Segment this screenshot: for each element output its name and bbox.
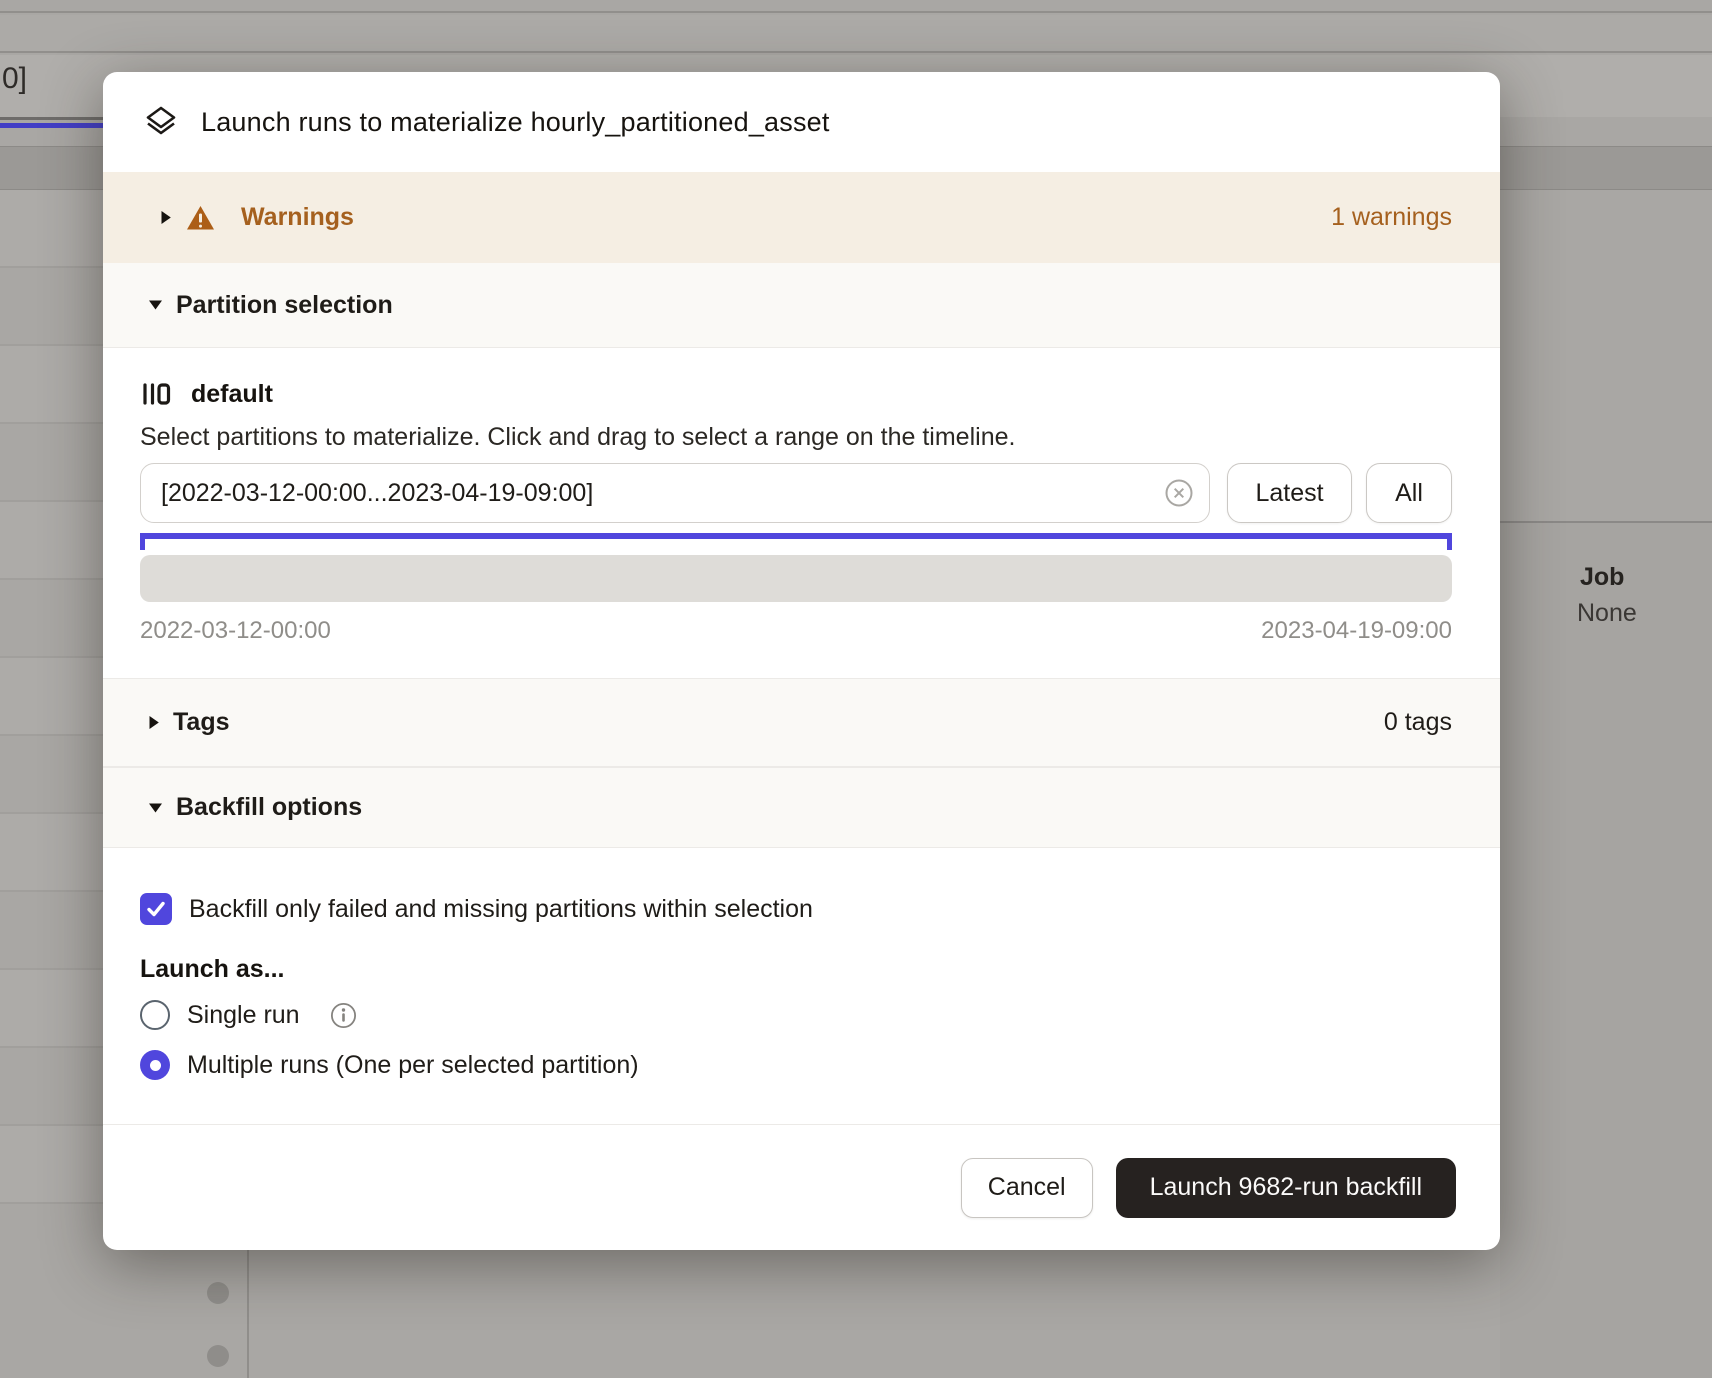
caret-down-icon — [148, 802, 163, 814]
background-row-line — [0, 1124, 103, 1126]
warnings-section-header[interactable]: Warnings 1 warnings — [103, 172, 1500, 263]
single-run-radio-row[interactable]: Single run — [140, 1000, 1452, 1030]
timeline-labels: 2022-03-12-00:00 2023-04-19-09:00 — [140, 617, 1452, 645]
background-job-column-header: Job — [1580, 563, 1624, 592]
background-row-line — [0, 578, 103, 580]
background-row — [0, 0, 1712, 13]
background-row-line — [0, 1202, 103, 1204]
background-truncated-input-text: 0] — [2, 62, 27, 96]
partition-helper-text: Select partitions to materialize. Click … — [140, 423, 1452, 452]
checkbox-label: Backfill only failed and missing partiti… — [189, 895, 813, 924]
background-row-line — [0, 500, 103, 502]
warning-triangle-icon — [186, 205, 215, 231]
backfill-options-label: Backfill options — [176, 793, 362, 822]
radio-unselected-icon[interactable] — [140, 1000, 170, 1030]
partition-set-icon — [140, 378, 172, 410]
background-row-line — [0, 266, 103, 268]
timeline-selection-bar[interactable] — [140, 533, 1452, 539]
backfill-options-section-header[interactable]: Backfill options — [103, 767, 1500, 848]
background-table-row — [0, 970, 103, 1046]
partition-dimension-name: default — [191, 380, 273, 409]
partition-selection-section-header[interactable]: Partition selection — [103, 263, 1500, 348]
launch-backfill-button[interactable]: Launch 9682-run backfill — [1116, 1158, 1456, 1218]
dialog-title-row: Launch runs to materialize hourly_partit… — [103, 72, 1500, 172]
background-row-line — [0, 812, 103, 814]
materialize-layers-icon — [143, 104, 179, 140]
background-table-cell-area — [1500, 523, 1712, 1378]
partition-timeline[interactable] — [140, 555, 1452, 602]
warnings-count-badge: 1 warnings — [1331, 203, 1452, 232]
screen: 0] Job None — [0, 0, 1712, 1378]
partition-selection-label: Partition selection — [176, 291, 393, 320]
partition-selection-body: default Select partitions to materialize… — [103, 348, 1500, 678]
clear-selection-icon[interactable] — [1164, 478, 1194, 508]
tags-label: Tags — [173, 708, 230, 737]
backfill-only-failed-checkbox-row[interactable]: Backfill only failed and missing partiti… — [140, 893, 1452, 925]
background-row-line — [0, 890, 103, 892]
background-table-row — [0, 190, 103, 266]
background-panel-divider — [247, 1250, 249, 1378]
dialog-title: Launch runs to materialize hourly_partit… — [201, 107, 830, 138]
background-focused-input-underline — [0, 123, 112, 128]
tags-count: 0 tags — [1384, 708, 1452, 737]
single-run-label: Single run — [187, 1001, 300, 1030]
radio-selected-icon[interactable] — [140, 1050, 170, 1080]
background-table-row — [0, 502, 103, 578]
caret-right-icon — [160, 210, 172, 225]
info-icon[interactable] — [330, 1002, 357, 1029]
cancel-button[interactable]: Cancel — [961, 1158, 1093, 1218]
multiple-runs-label: Multiple runs (One per selected partitio… — [187, 1051, 639, 1080]
background-table-row — [0, 658, 103, 734]
launch-as-label: Launch as... — [140, 955, 1452, 984]
background-table-row — [0, 1126, 103, 1202]
dialog-footer: Cancel Launch 9682-run backfill — [103, 1124, 1500, 1250]
background-divider — [0, 117, 112, 120]
background-row-line — [0, 422, 103, 424]
background-table-row — [0, 346, 103, 422]
warnings-label: Warnings — [241, 203, 354, 232]
background-row-line — [0, 344, 103, 346]
tags-section-header[interactable]: Tags 0 tags — [103, 678, 1500, 767]
background-row-line — [0, 656, 103, 658]
partition-range-row: Latest All — [140, 463, 1452, 523]
caret-right-icon — [148, 715, 160, 730]
background-row — [0, 15, 1712, 53]
partition-range-input-wrap — [140, 463, 1210, 523]
timeline-end-label: 2023-04-19-09:00 — [1261, 617, 1452, 645]
all-button[interactable]: All — [1366, 463, 1452, 523]
background-row-line — [0, 968, 103, 970]
partition-range-input[interactable] — [140, 463, 1210, 523]
timeline-start-label: 2022-03-12-00:00 — [140, 617, 331, 645]
background-status-dot — [207, 1345, 229, 1367]
latest-button[interactable]: Latest — [1227, 463, 1352, 523]
backfill-options-body: Backfill only failed and missing partiti… — [103, 848, 1500, 1124]
background-job-column-value: None — [1577, 599, 1637, 628]
multiple-runs-radio-row[interactable]: Multiple runs (One per selected partitio… — [140, 1050, 1452, 1080]
background-status-dot — [207, 1282, 229, 1304]
background-table-row — [0, 814, 103, 890]
checkbox-checked-icon[interactable] — [140, 893, 172, 925]
background-row-line — [0, 734, 103, 736]
launch-backfill-dialog: Launch runs to materialize hourly_partit… — [103, 72, 1500, 1250]
background-row-line — [0, 1046, 103, 1048]
caret-down-icon — [148, 299, 163, 311]
partition-dimension-row: default — [140, 378, 1452, 410]
